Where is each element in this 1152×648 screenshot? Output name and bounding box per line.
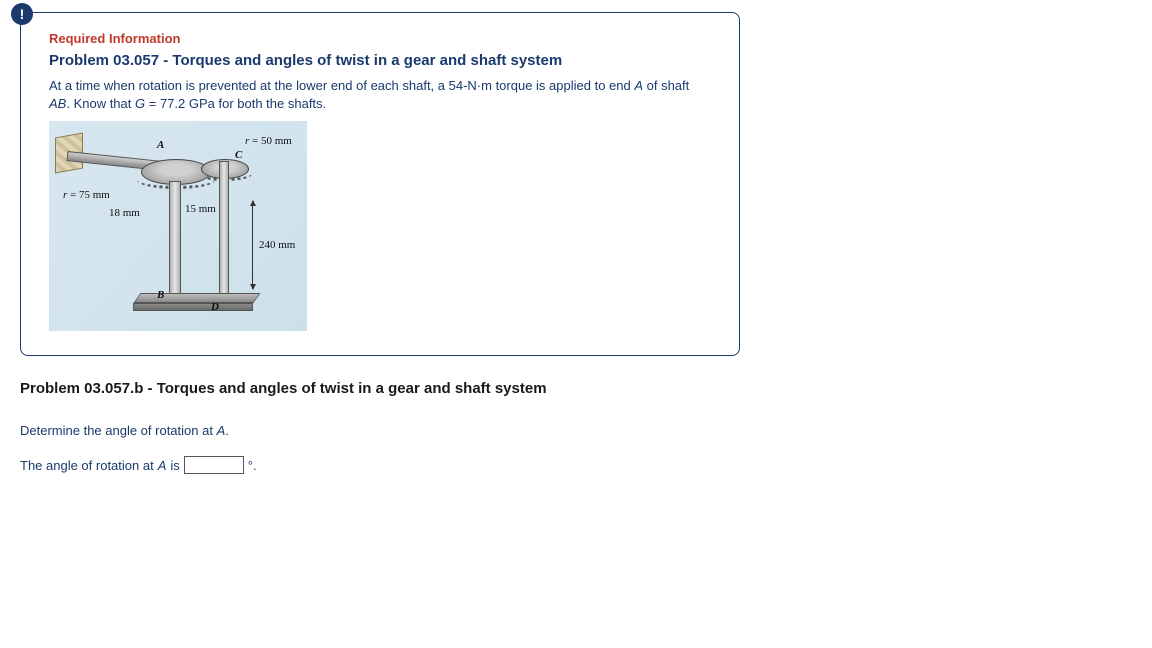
required-label: Required Information bbox=[49, 31, 711, 46]
val-r50: = 50 mm bbox=[249, 135, 292, 147]
shaft-cd bbox=[219, 161, 229, 301]
label-point-c: C bbox=[235, 149, 242, 161]
desc-var-ab: AB bbox=[49, 96, 66, 111]
question-text: Determine the angle of rotation at A. bbox=[20, 423, 1132, 438]
problem-description: At a time when rotation is prevented at … bbox=[49, 77, 711, 113]
label-r75: r = 75 mm bbox=[63, 189, 110, 201]
desc-var-g: G bbox=[135, 96, 145, 111]
q-var-a: A bbox=[217, 423, 226, 438]
label-15mm: 15 mm bbox=[185, 203, 216, 215]
alert-icon: ! bbox=[11, 3, 33, 25]
label-240mm: 240 mm bbox=[259, 239, 295, 251]
label-r50: r = 50 mm bbox=[245, 135, 292, 147]
desc-text: . Know that bbox=[66, 96, 135, 111]
base-plate-front bbox=[133, 303, 253, 311]
label-18mm: 18 mm bbox=[109, 207, 140, 219]
required-info-panel: ! Required Information Problem 03.057 - … bbox=[20, 12, 740, 356]
q-end: . bbox=[225, 423, 229, 438]
label-point-b: B bbox=[157, 289, 164, 301]
desc-text: = 77.2 GPa for both the shafts. bbox=[145, 96, 326, 111]
answer-unit: °. bbox=[248, 458, 257, 473]
val-r75: = 75 mm bbox=[67, 189, 110, 201]
answer-mid: is bbox=[170, 458, 179, 473]
base-plate-top bbox=[133, 293, 260, 303]
answer-row: The angle of rotation at A is °. bbox=[20, 456, 1132, 474]
gear-shaft-diagram: A C B D r = 50 mm r = 75 mm 18 mm 15 mm … bbox=[49, 121, 307, 331]
label-point-d: D bbox=[211, 301, 219, 313]
answer-var-a: A bbox=[158, 458, 167, 473]
label-point-a: A bbox=[157, 139, 164, 151]
desc-text: At a time when rotation is prevented at … bbox=[49, 78, 634, 93]
subproblem-title: Problem 03.057.b - Torques and angles of… bbox=[20, 380, 1132, 397]
answer-input[interactable] bbox=[184, 456, 244, 474]
shaft-ab bbox=[169, 181, 181, 299]
answer-lead: The angle of rotation at bbox=[20, 458, 154, 473]
dim-arrow-240 bbox=[252, 201, 253, 289]
problem-title: Problem 03.057 - Torques and angles of t… bbox=[49, 52, 711, 69]
desc-text: of shaft bbox=[643, 78, 689, 93]
desc-var-a: A bbox=[634, 78, 643, 93]
q-lead: Determine the angle of rotation at bbox=[20, 423, 217, 438]
